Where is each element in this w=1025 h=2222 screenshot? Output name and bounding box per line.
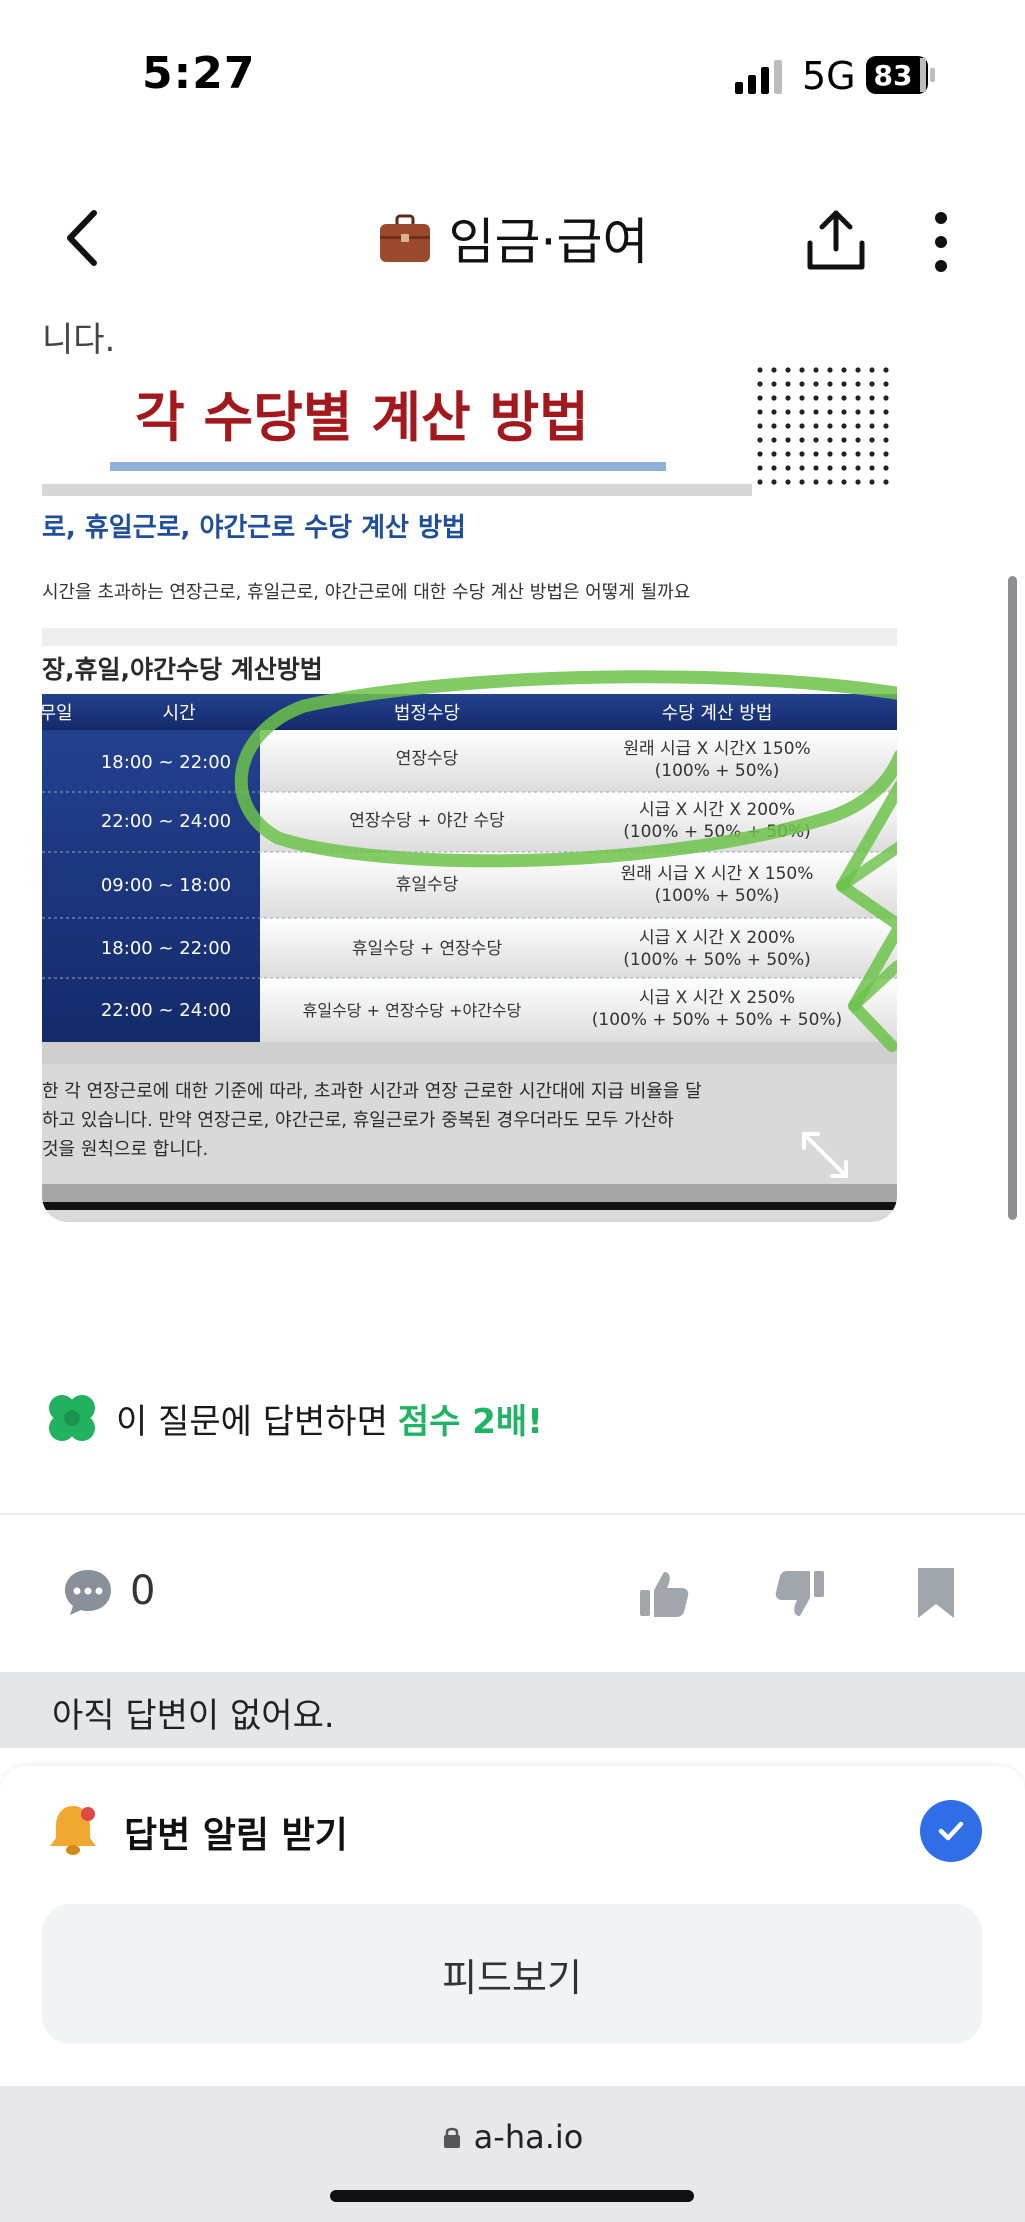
table-header: 법정수당: [394, 703, 460, 724]
table-cell-calc: 시급 X 시간 X 200%: [639, 928, 795, 948]
table-cell-calc: (100% + 50% + 50%): [623, 950, 811, 970]
table-header: 시간: [162, 703, 195, 724]
home-indicator[interactable]: [330, 2190, 694, 2202]
battery-level: 83: [874, 59, 913, 92]
url-text: a-ha.io: [473, 2118, 584, 2156]
promo-text: 이 질문에 답변하면: [116, 1401, 388, 1442]
table-cell-allowance: 연장수당: [396, 749, 459, 769]
answer-notification-toggle[interactable]: [920, 1800, 982, 1862]
article-text: 니다.: [42, 320, 116, 360]
thumbs-down-icon[interactable]: [772, 1566, 828, 1622]
table-cell-time: 18:00 ~ 22:00: [101, 752, 231, 773]
image-footer-line: 것을 원칙으로 합니다.: [42, 1139, 208, 1160]
table-cell-calc: 시급 X 시간 X 200%: [639, 800, 795, 820]
table-cell-time: 22:00 ~ 24:00: [101, 811, 231, 832]
lock-icon: [443, 2127, 460, 2148]
table-cell-time: 18:00 ~ 22:00: [101, 938, 231, 959]
network-type: 5G: [802, 54, 856, 98]
comment-count: 0: [130, 1568, 156, 1614]
share-icon[interactable]: [800, 205, 872, 277]
no-answer-text: 아직 답변이 없어요.: [52, 1696, 335, 1736]
table-cell-time: 22:00 ~ 24:00: [101, 1000, 231, 1021]
double-score-promo: 이 질문에 답변하면 점수 2배!: [42, 1388, 543, 1448]
clover-icon: [49, 1395, 95, 1441]
cellular-signal-icon: [735, 60, 782, 94]
comment-icon[interactable]: [62, 1566, 114, 1618]
table-cell-calc: (100% + 50%): [655, 761, 780, 781]
table-cell-allowance: 휴일수당: [396, 875, 459, 895]
bell-icon: [50, 1806, 96, 1855]
image-footer-line: 한 각 연장근로에 대한 기준에 따라, 초과한 시간과 연장 근로한 시간대에…: [42, 1081, 702, 1102]
page-title: 임금·급여: [448, 213, 649, 271]
table-cell-allowance: 연장수당 + 야간 수당: [349, 811, 505, 831]
no-answer-banner: 아직 답변이 없어요.: [0, 1672, 1025, 1748]
table-header: 수당 계산 방법: [662, 703, 773, 724]
image-title: 각 수당별 계산 방법: [135, 386, 589, 449]
image-intro: 시간을 초과하는 연장근로, 휴일근로, 야간근로에 대한 수당 계산 방법은 …: [42, 582, 690, 603]
table-cell-allowance: 휴일수당 + 연장수당 +야간수당: [303, 1001, 522, 1020]
answer-notification-label: 답변 알림 받기: [124, 1815, 348, 1856]
table-cell-calc: 시급 X 시간 X 250%: [639, 988, 795, 1008]
divider: [0, 1513, 1025, 1515]
table-cell-calc: 원래 시급 X 시간X 150%: [623, 739, 810, 759]
check-icon: [938, 1821, 964, 1841]
scrollbar[interactable]: [1008, 576, 1017, 1220]
table-cell-time: 09:00 ~ 18:00: [101, 875, 231, 896]
image-footer-line: 하고 있습니다. 만약 연장근로, 야간근로, 휴일근로가 중복된 경우더라도 …: [42, 1110, 674, 1131]
table-cell-calc: 원래 시급 X 시간 X 150%: [621, 864, 814, 884]
status-time: 5:27: [142, 48, 256, 99]
thumbs-up-icon[interactable]: [636, 1566, 692, 1622]
promo-highlight: 점수 2배!: [397, 1401, 543, 1442]
url-display[interactable]: a-ha.io: [0, 2118, 1025, 2156]
table-header: 무일: [42, 703, 73, 724]
allowance-table-image: 각 수당별 계산 방법 로, 휴일근로, 야간근로 수당 계산 방법 시간을 초…: [42, 366, 897, 1222]
briefcase-icon: [379, 214, 430, 262]
more-options-icon[interactable]: [928, 210, 954, 274]
table-cell-calc: (100% + 50%): [655, 886, 780, 906]
table-cell-allowance: 휴일수당 + 연장수당: [352, 939, 503, 959]
table-cell-calc: (100% + 50% + 50% + 50%): [592, 1010, 842, 1030]
feed-button[interactable]: 피드보기: [42, 1904, 982, 2044]
image-section: 장,휴일,야간수당 계산방법: [42, 655, 323, 684]
bookmark-icon[interactable]: [914, 1566, 958, 1620]
battery-icon: 83: [866, 56, 935, 94]
article-image[interactable]: 각 수당별 계산 방법 로, 휴일근로, 야간근로 수당 계산 방법 시간을 초…: [42, 366, 897, 1222]
image-subtitle: 로, 휴일근로, 야간근로 수당 계산 방법: [42, 513, 466, 543]
